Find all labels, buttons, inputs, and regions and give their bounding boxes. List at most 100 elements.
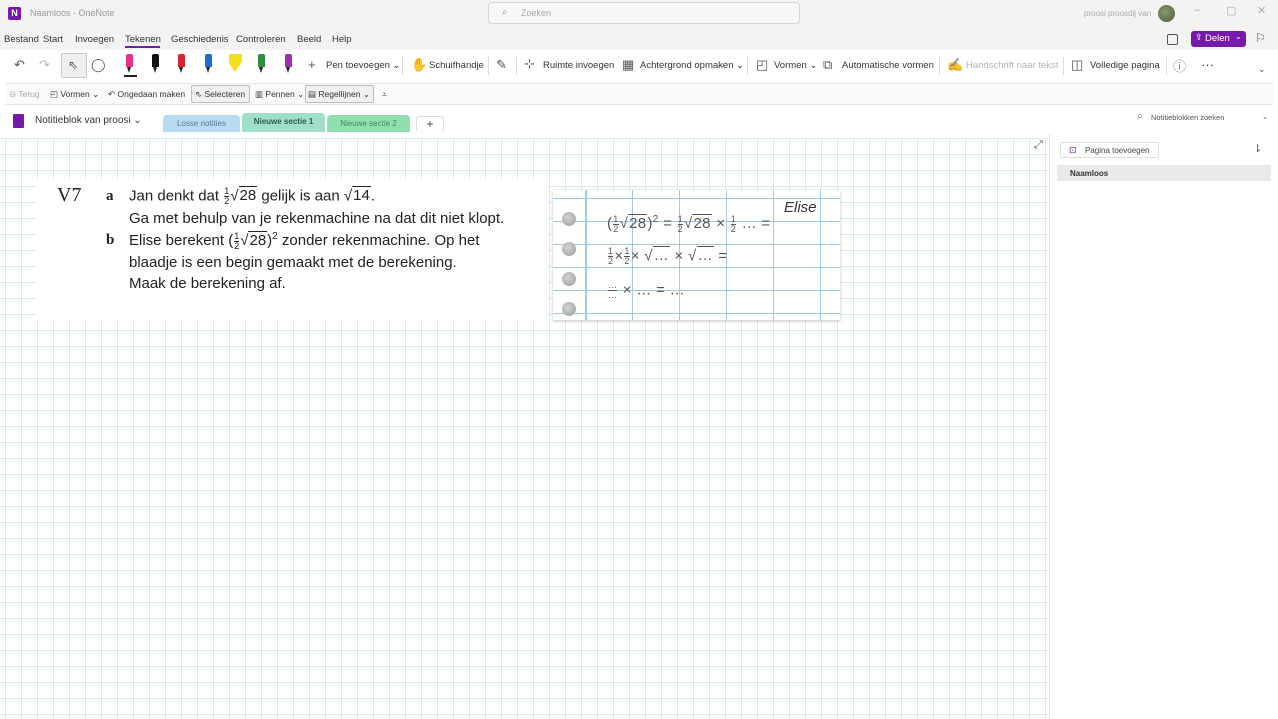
ink-to-text-button[interactable]: Handschrift naar tekst [966, 60, 1058, 71]
pen-tip [153, 67, 157, 73]
pen-tip [259, 67, 263, 73]
exponent: 2 [652, 214, 659, 225]
canvas-top-strip [0, 134, 1049, 138]
feedback-icon[interactable]: ⚐ [1255, 31, 1266, 45]
maximize-button[interactable]: ▢ [1226, 4, 1236, 17]
add-pen-button[interactable]: Pen toevoegen ⌄ [326, 60, 401, 71]
hand-tool-button[interactable]: Schuifhandje [429, 60, 484, 71]
fraction-half: 12 [608, 247, 614, 266]
onenote-logo-icon: N [8, 7, 21, 20]
fraction-denominator: … [608, 290, 618, 300]
menu-start[interactable]: Start [43, 34, 63, 45]
pens-button[interactable]: ▥ Pennen ⌄ [255, 89, 304, 100]
binder-hole [562, 302, 576, 316]
background-button[interactable]: Achtergrond opmaken ⌄ [640, 60, 744, 71]
tab-nieuwe-sectie-1[interactable]: Nieuwe sectie 1 [242, 113, 325, 132]
user-name[interactable]: proosi proosdij van [1084, 9, 1151, 18]
expand-icon[interactable]: ⤢ [1034, 139, 1043, 152]
pen-body [126, 54, 133, 67]
select-button[interactable]: ⇖ Selecteren [195, 89, 245, 100]
add-section-button[interactable]: + [416, 116, 444, 131]
auto-shapes-button[interactable]: Automatische vormen [842, 60, 934, 71]
more-button[interactable]: ··· [1201, 57, 1214, 72]
share-button[interactable]: ⇪ Delen ⌄ [1191, 31, 1246, 47]
sqrt-value: 14 [352, 186, 371, 205]
sqrt-value: 28 [248, 231, 268, 249]
fraction-half: 12 [224, 187, 230, 206]
menu-bestand[interactable]: Bestand [4, 34, 39, 45]
auto-shapes-icon: ⧉ [823, 57, 833, 72]
rule-lines-button[interactable]: ▤ Regellijnen ⌄ [308, 89, 370, 100]
avatar[interactable] [1158, 5, 1175, 22]
full-page-button[interactable]: Volledige pagina [1090, 60, 1160, 71]
notebook-search-input[interactable]: ⌕ Notitieblokken zoeken ⌄ [1131, 110, 1274, 126]
share-icon: ⇪ [1195, 32, 1203, 42]
notebook-selector[interactable]: Notitieblok van proosi ⌄ [35, 115, 142, 126]
undo-icon[interactable]: ↶ [14, 57, 25, 73]
page-list-item[interactable]: Naamloos [1057, 165, 1271, 181]
quick-shapes-button[interactable]: ◰ Vormen ⌄ [50, 89, 99, 100]
pen-body [205, 54, 212, 67]
search-placeholder: Zoeken [521, 8, 552, 18]
fraction-half: 12 [730, 214, 737, 234]
add-page-button[interactable]: ⊡ Pagina toevoegen [1060, 142, 1159, 158]
notebook-search-placeholder: Notitieblokken zoeken [1151, 113, 1225, 122]
fraction-denominator: 2 [608, 256, 614, 266]
sort-icon[interactable]: ⇂ [1253, 142, 1262, 155]
fraction-denominator: 2 [234, 240, 240, 251]
ribbon-divider [747, 57, 748, 75]
pen-red[interactable] [177, 54, 186, 74]
fraction-denominator: 2 [624, 256, 630, 266]
insert-space-button[interactable]: Ruimte invoegen [543, 60, 614, 71]
shapes-button[interactable]: Vormen ⌄ [774, 60, 817, 71]
exercise-number: V7 [57, 184, 82, 206]
pens-label: Pennen [265, 89, 295, 99]
ribbon-divider [1063, 57, 1064, 75]
redo-icon[interactable]: ↷ [39, 57, 50, 73]
fraction-half: 12 [613, 214, 619, 234]
menu-controleren[interactable]: Controleren [236, 34, 286, 45]
menu-geschiedenis[interactable]: Geschiedenis [171, 34, 229, 45]
minimize-button[interactable]: – [1194, 4, 1200, 16]
pen-body [152, 54, 159, 67]
chevron-down-icon: ⌄ [1262, 112, 1269, 121]
ruler-icon[interactable]: ✎ [496, 57, 507, 73]
note-author: Elise [784, 199, 817, 216]
pen-tip [179, 67, 183, 73]
highlighter-yellow[interactable] [227, 54, 244, 74]
lasso-icon[interactable]: ◯ [91, 57, 106, 73]
menu-help[interactable]: Help [332, 34, 352, 45]
menu-invoegen[interactable]: Invoegen [75, 34, 114, 45]
search-input[interactable]: ⌕ Zoeken [488, 2, 800, 24]
close-button[interactable]: ✕ [1257, 4, 1266, 17]
note-line3: …… × … = … [607, 281, 685, 300]
ribbon-divider [1166, 57, 1167, 75]
fraction-denominator: 2 [613, 223, 619, 234]
undo-button[interactable]: ↶ Ongedaan maken [108, 89, 185, 100]
customize-quickbar-icon[interactable]: ⩡ [382, 89, 387, 100]
pen-tip [127, 67, 131, 73]
pen-pink[interactable] [125, 54, 134, 74]
pen-blue[interactable] [204, 54, 213, 74]
collapse-ribbon-icon[interactable]: ⌄ [1258, 64, 1266, 75]
help-icon[interactable]: ⓘ [1173, 56, 1186, 75]
notebook-toggle-icon[interactable] [1167, 34, 1178, 45]
menu-tekenen[interactable]: Tekenen [125, 34, 161, 45]
pen-green[interactable] [257, 54, 266, 74]
active-pen-indicator [124, 75, 137, 77]
pen-purple[interactable] [284, 54, 293, 74]
quick-shapes-label: Vormen [60, 89, 90, 99]
menu-beeld[interactable]: Beeld [297, 34, 321, 45]
question-a-letter: a [106, 188, 114, 204]
fraction-half: 12 [677, 214, 683, 234]
tab-nieuwe-sectie-2[interactable]: Nieuwe sectie 2 [327, 115, 410, 132]
sqrt-blank: … [652, 246, 671, 265]
fraction-denominator: 2 [224, 196, 230, 206]
pen-black[interactable] [151, 54, 160, 74]
fraction-half: 12 [234, 231, 240, 251]
hand-icon: ✋ [411, 57, 428, 72]
add-pen-label: Pen toevoegen [326, 60, 390, 71]
back-button[interactable]: ⊖ Terug [9, 89, 40, 100]
chevron-down-icon: ⌄ [1235, 32, 1242, 41]
tab-losse-notities[interactable]: Losse notities [163, 115, 240, 132]
